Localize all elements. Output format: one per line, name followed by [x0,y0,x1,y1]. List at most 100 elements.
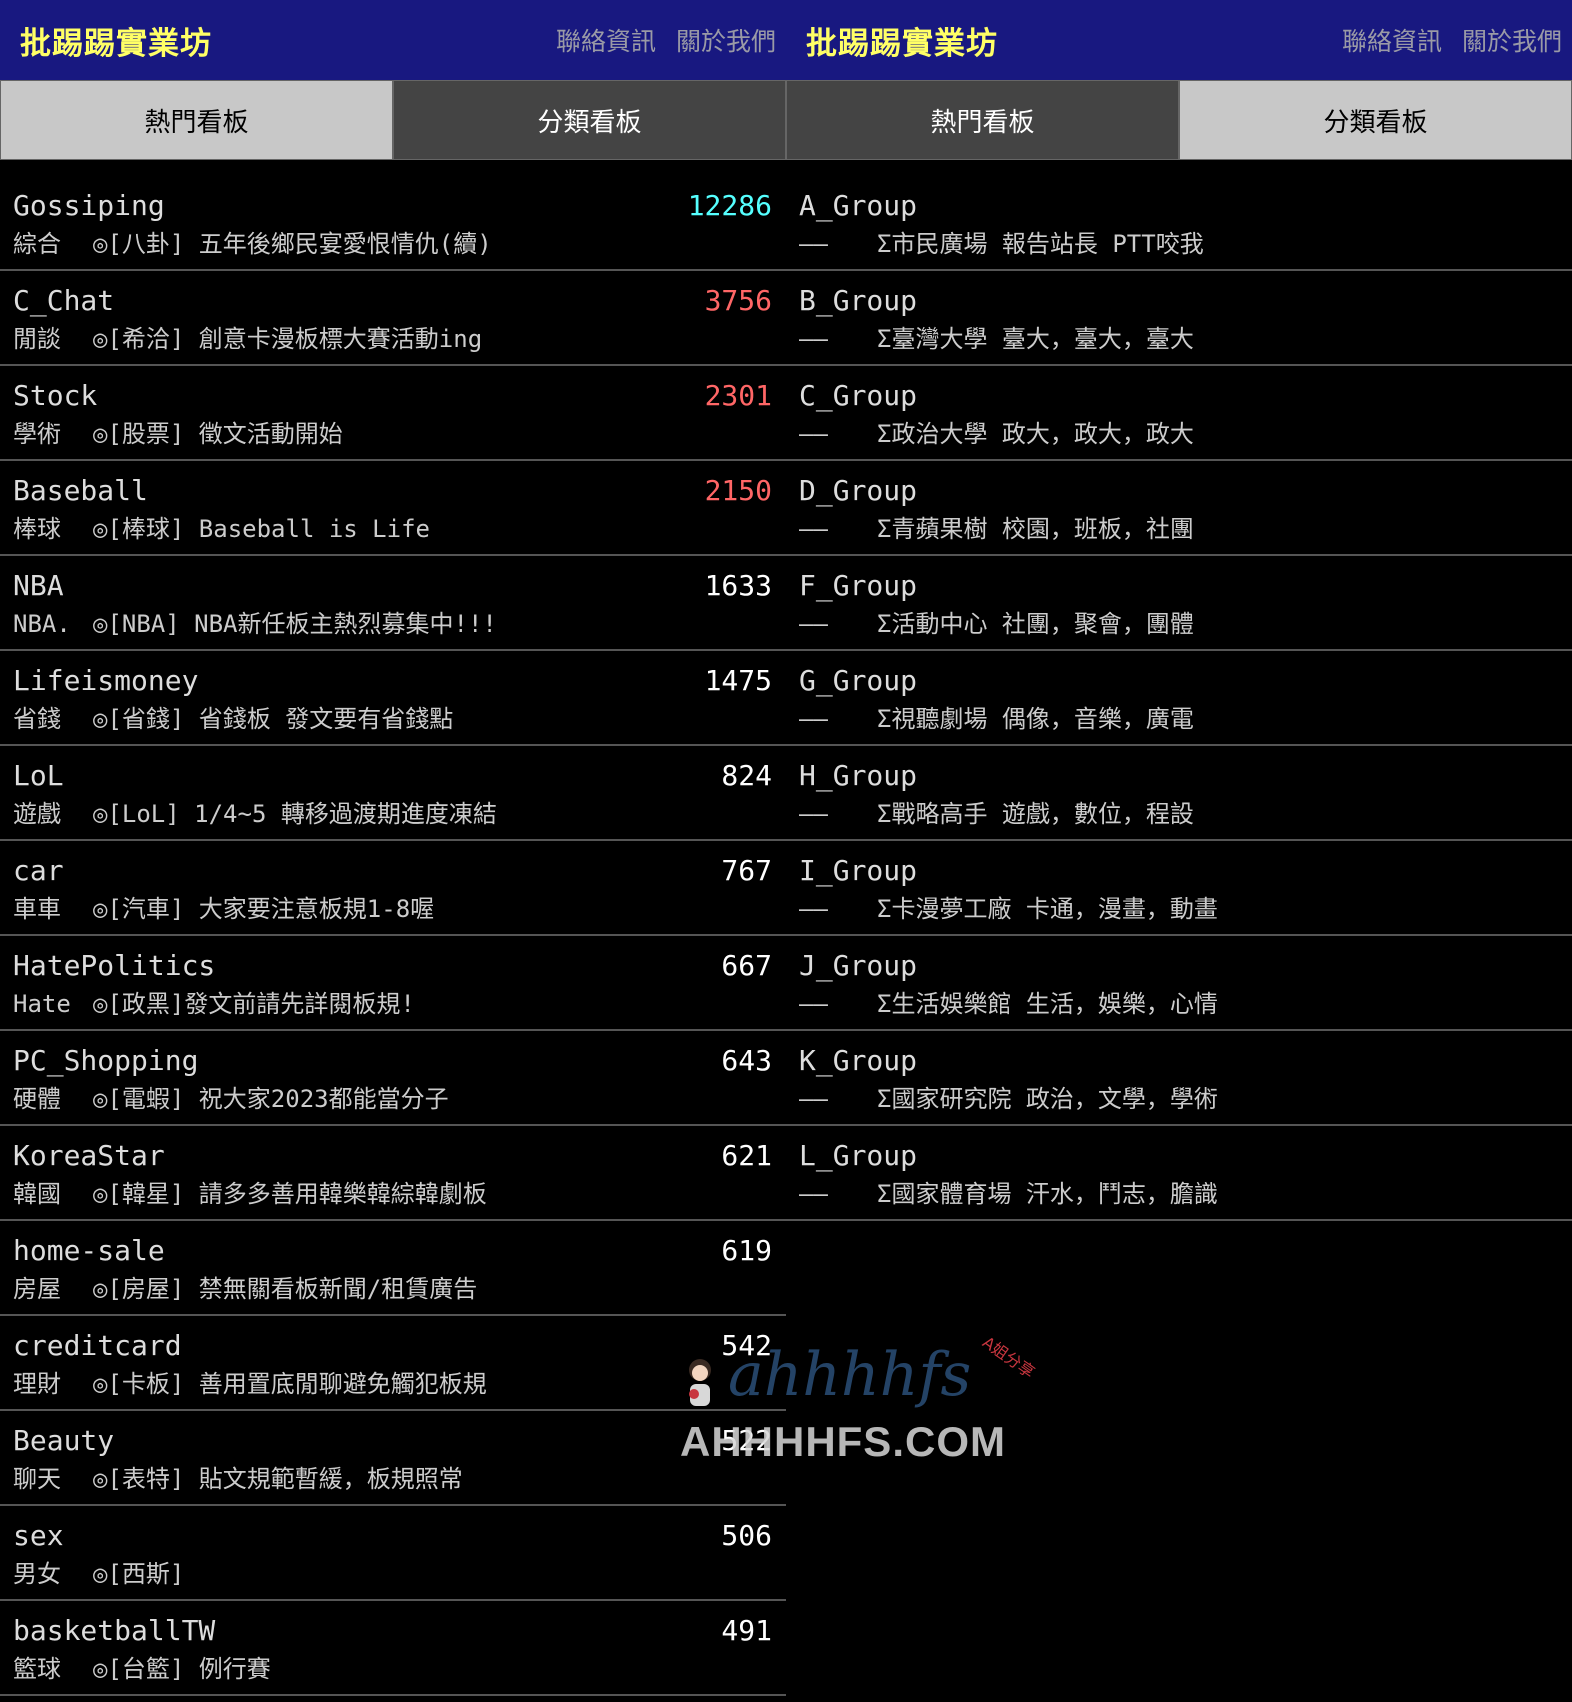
header-links: 聯絡資訊 關於我們 [556,22,776,58]
group-row[interactable]: F_Group —— Σ活動中心 社團，聚會，團體 [786,556,1572,651]
group-row[interactable]: K_Group —— Σ國家研究院 政治，文學，學術 [786,1031,1572,1126]
about-link[interactable]: 關於我們 [676,22,776,58]
board-class: 房屋 [13,1275,61,1303]
group-name: D_Group [799,474,918,507]
group-description: —— Σ青蘋果樹 校園，班板，社團 [799,511,1558,547]
group-description: —— Σ國家研究院 政治，文學，學術 [799,1081,1558,1117]
board-popularity: 1633 [704,569,772,602]
group-dash: —— [799,705,828,733]
board-row[interactable]: C_Chat 3756 閒談 ◎[希洽] 創意卡漫板標大賽活動ing [0,271,786,366]
tab-hot-boards[interactable]: 熱門看板 [0,80,393,160]
board-popularity: 619 [721,1234,772,1267]
board-row[interactable]: HatePolitics 667 Hate ◎[政黑]發文前請先詳閱板規! [0,936,786,1031]
category-boards-panel: 批踢踢實業坊 聯絡資訊 關於我們 熱門看板 分類看板 A_Group —— Σ市民廣… [786,0,1572,1702]
board-class: 硬體 [13,1085,61,1113]
contact-link[interactable]: 聯絡資訊 [556,22,656,58]
group-title: Σ市民廣場 報告站長 PTT咬我 [877,230,1204,258]
group-description: —— Σ視聽劇場 偶像，音樂，廣電 [799,701,1558,737]
board-description: 男女 ◎[西斯] [13,1556,772,1592]
board-name: Stock [13,379,98,412]
board-row[interactable]: basketballTW 491 籃球 ◎[台籃] 例行賽 [0,1601,786,1696]
board-class: 學術 [13,420,61,448]
board-popularity: 621 [721,1139,772,1172]
board-row[interactable]: Lifeismoney 1475 省錢 ◎[省錢] 省錢板 發文要有省錢點 [0,651,786,746]
group-title: Σ國家體育場 汗水，鬥志，膽識 [877,1180,1218,1208]
group-name: G_Group [799,664,918,697]
board-row[interactable]: Baseball 2150 棒球 ◎[棒球] Baseball is Life [0,461,786,556]
board-row[interactable]: PC_Shopping 643 硬體 ◎[電蝦] 祝大家2023都能當分子 [0,1031,786,1126]
brand-logo[interactable]: 批踢踢實業坊 [806,18,998,63]
board-name: Lifeismoney [13,664,199,697]
board-popularity: 522 [721,1424,772,1457]
group-row[interactable]: L_Group —— Σ國家體育場 汗水，鬥志，膽識 [786,1126,1572,1221]
board-popularity: 3756 [704,284,772,317]
board-name: basketballTW [13,1614,216,1647]
board-description: NBA. ◎[NBA] NBA新任板主熱烈募集中!!! [13,606,772,642]
board-class: 男女 [13,1560,61,1588]
board-popularity: 506 [721,1519,772,1552]
tab-category-boards[interactable]: 分類看板 [1179,80,1572,160]
board-title: ◎[電蝦] 祝大家2023都能當分子 [93,1085,449,1113]
group-row[interactable]: G_Group —— Σ視聽劇場 偶像，音樂，廣電 [786,651,1572,746]
board-title: ◎[LoL] 1/4~5 轉移過渡期進度凍結 [93,800,497,828]
board-title: ◎[政黑]發文前請先詳閱板規! [93,990,415,1018]
board-row[interactable]: KoreaStar 621 韓國 ◎[韓星] 請多多善用韓樂韓綜韓劇板 [0,1126,786,1221]
contact-link[interactable]: 聯絡資訊 [1342,22,1442,58]
group-dash: —— [799,895,828,923]
board-class: 綜合 [13,230,61,258]
board-description: 房屋 ◎[房屋] 禁無關看板新聞/租賃廣告 [13,1271,772,1307]
group-row[interactable]: J_Group —— Σ生活娛樂館 生活，娛樂，心情 [786,936,1572,1031]
board-row[interactable]: car 767 車車 ◎[汽車] 大家要注意板規1-8喔 [0,841,786,936]
board-name: Baseball [13,474,148,507]
board-name: PC_Shopping [13,1044,199,1077]
board-popularity: 542 [721,1329,772,1362]
board-row[interactable]: creditcard 542 理財 ◎[卡板] 善用置底閒聊避免觸犯板規 [0,1316,786,1411]
group-title: Σ視聽劇場 偶像，音樂，廣電 [877,705,1194,733]
board-description: Hate ◎[政黑]發文前請先詳閱板規! [13,986,772,1022]
board-title: ◎[西斯] [93,1560,185,1588]
tab-hot-boards[interactable]: 熱門看板 [786,80,1179,160]
tab-category-boards[interactable]: 分類看板 [393,80,786,160]
board-popularity: 643 [721,1044,772,1077]
group-row[interactable]: A_Group —— Σ市民廣場 報告站長 PTT咬我 [786,176,1572,271]
board-name: Gossiping [13,189,165,222]
board-description: 遊戲 ◎[LoL] 1/4~5 轉移過渡期進度凍結 [13,796,772,832]
board-title: ◎[表特] 貼文規範暫緩，板規照常 [93,1465,463,1493]
board-popularity: 1475 [704,664,772,697]
group-name: F_Group [799,569,918,602]
about-link[interactable]: 關於我們 [1462,22,1562,58]
board-row[interactable]: Stock 2301 學術 ◎[股票] 徵文活動開始 [0,366,786,461]
board-description: 學術 ◎[股票] 徵文活動開始 [13,416,772,452]
board-row[interactable]: home-sale 619 房屋 ◎[房屋] 禁無關看板新聞/租賃廣告 [0,1221,786,1316]
board-class: NBA. [13,610,71,638]
brand-logo[interactable]: 批踢踢實業坊 [20,18,212,63]
board-row[interactable]: LoL 824 遊戲 ◎[LoL] 1/4~5 轉移過渡期進度凍結 [0,746,786,841]
group-row[interactable]: H_Group —— Σ戰略高手 遊戲，數位，程設 [786,746,1572,841]
group-row[interactable]: I_Group —— Σ卡漫夢工廠 卡通，漫畫，動畫 [786,841,1572,936]
group-row[interactable]: B_Group —— Σ臺灣大學 臺大，臺大，臺大 [786,271,1572,366]
group-description: —— Σ市民廣場 報告站長 PTT咬我 [799,226,1558,262]
board-description: 韓國 ◎[韓星] 請多多善用韓樂韓綜韓劇板 [13,1176,772,1212]
board-class: 省錢 [13,705,61,733]
board-class: Hate [13,990,71,1018]
board-name: car [13,854,64,887]
group-dash: —— [799,1180,828,1208]
tab-bar: 熱門看板 分類看板 [786,80,1572,160]
group-title: Σ國家研究院 政治，文學，學術 [877,1085,1218,1113]
board-row[interactable]: Beauty 522 聊天 ◎[表特] 貼文規範暫緩，板規照常 [0,1411,786,1506]
board-row[interactable]: NBA 1633 NBA. ◎[NBA] NBA新任板主熱烈募集中!!! [0,556,786,651]
group-description: —— Σ國家體育場 汗水，鬥志，膽識 [799,1176,1558,1212]
board-name: KoreaStar [13,1139,165,1172]
board-name: creditcard [13,1329,182,1362]
board-list: Gossiping 12286 綜合 ◎[八卦] 五年後鄉民宴愛恨情仇(續) C_Cha… [0,176,786,1696]
group-title: Σ戰略高手 遊戲，數位，程設 [877,800,1194,828]
board-row[interactable]: Gossiping 12286 綜合 ◎[八卦] 五年後鄉民宴愛恨情仇(續) [0,176,786,271]
board-title: ◎[汽車] 大家要注意板規1-8喔 [93,895,435,923]
group-description: —— Σ戰略高手 遊戲，數位，程設 [799,796,1558,832]
group-description: —— Σ政治大學 政大，政大，政大 [799,416,1558,452]
board-popularity: 12286 [687,189,772,222]
board-class: 聊天 [13,1465,61,1493]
board-row[interactable]: sex 506 男女 ◎[西斯] [0,1506,786,1601]
group-row[interactable]: D_Group —— Σ青蘋果樹 校園，班板，社團 [786,461,1572,556]
group-row[interactable]: C_Group —— Σ政治大學 政大，政大，政大 [786,366,1572,461]
